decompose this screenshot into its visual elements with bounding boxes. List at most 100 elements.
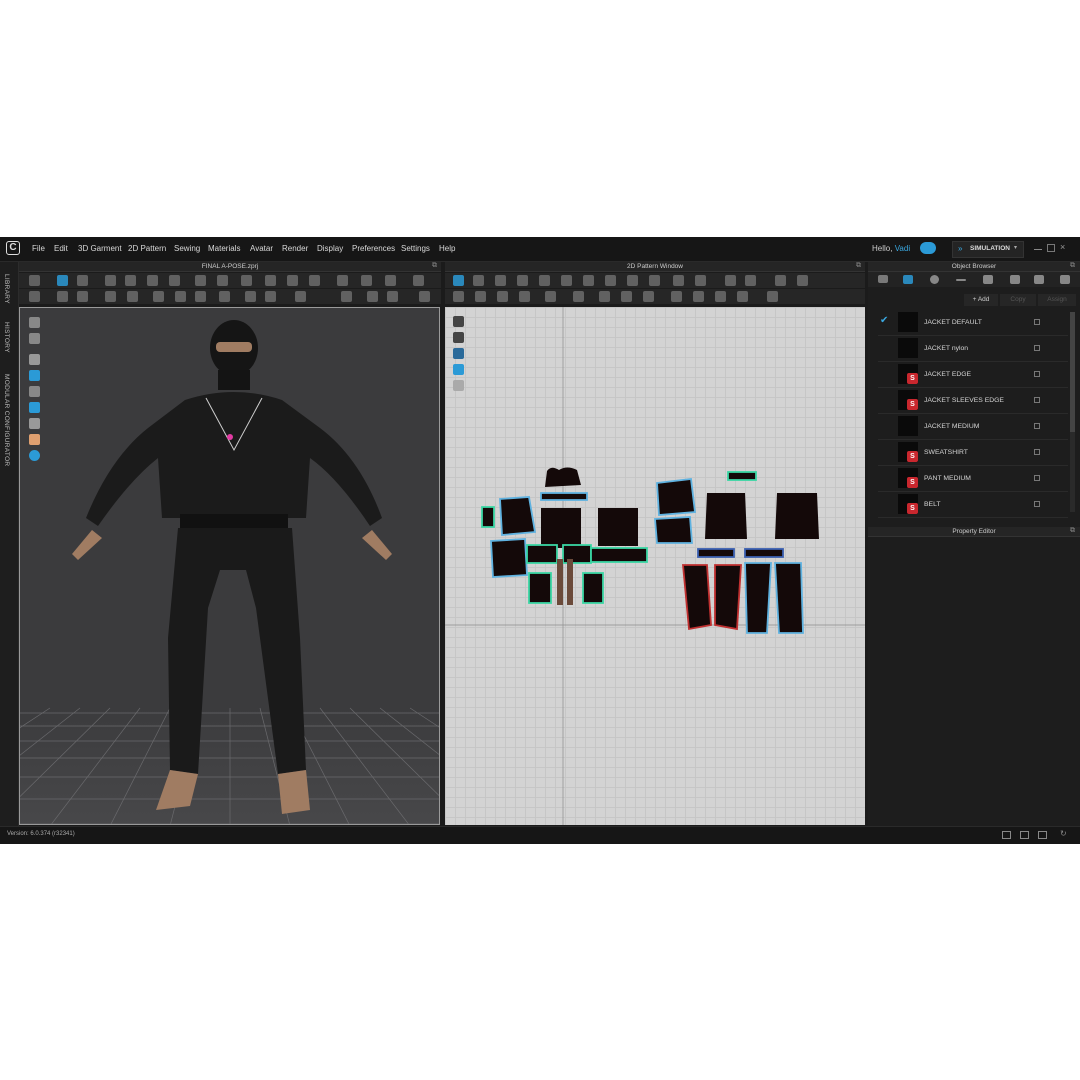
line-tab-icon[interactable] — [956, 279, 966, 281]
tool-icon[interactable] — [797, 275, 808, 286]
pin-icon[interactable] — [195, 275, 206, 286]
popout-icon[interactable]: ⧉ — [856, 262, 861, 270]
pattern-toggle-icon[interactable] — [453, 348, 464, 359]
fabric-item[interactable]: S BELT — [878, 492, 1068, 518]
menu-3d-garment[interactable]: 3D Garment — [78, 244, 122, 253]
tool-icon[interactable] — [367, 291, 378, 302]
select-tool-icon[interactable] — [57, 275, 68, 286]
menu-render[interactable]: Render — [282, 244, 308, 253]
view-tool-icon[interactable] — [29, 333, 40, 344]
tool-icon[interactable] — [341, 291, 352, 302]
menu-settings[interactable]: Settings — [401, 244, 430, 253]
lock-icon[interactable] — [1034, 319, 1040, 325]
menu-materials[interactable]: Materials — [208, 244, 240, 253]
fabric-item[interactable]: S JACKET SLEEVES EDGE — [878, 388, 1068, 414]
lock-icon[interactable] — [1034, 475, 1040, 481]
lock-icon[interactable] — [1034, 449, 1040, 455]
tool-icon[interactable] — [545, 291, 556, 302]
tool-icon[interactable] — [561, 275, 572, 286]
lock-icon[interactable] — [1034, 345, 1040, 351]
menu-preferences[interactable]: Preferences — [352, 244, 395, 253]
tool-icon[interactable] — [29, 418, 40, 429]
tool-icon[interactable] — [497, 291, 508, 302]
garment-icon[interactable] — [287, 275, 298, 286]
list-icon[interactable] — [878, 275, 888, 283]
lock-icon[interactable] — [1034, 371, 1040, 377]
menu-2d-pattern[interactable]: 2D Pattern — [128, 244, 166, 253]
texture-icon[interactable] — [29, 402, 40, 413]
tool-icon[interactable] — [413, 275, 424, 286]
tool-icon[interactable] — [495, 275, 506, 286]
tool-icon[interactable] — [105, 291, 116, 302]
popout-icon[interactable]: ⧉ — [1070, 527, 1075, 535]
layout-quad-icon[interactable] — [1038, 831, 1047, 839]
tool-icon[interactable] — [475, 291, 486, 302]
move-tool-icon[interactable] — [29, 275, 40, 286]
tool-icon[interactable] — [517, 275, 528, 286]
tool-icon[interactable] — [671, 291, 682, 302]
popout-icon[interactable]: ⧉ — [1070, 262, 1075, 270]
2d-pattern-viewport[interactable] — [445, 307, 865, 825]
tool-icon[interactable] — [57, 291, 68, 302]
button-tab-icon[interactable] — [930, 275, 939, 284]
fabric-item[interactable]: S SWEATSHIRT — [878, 440, 1068, 466]
topstitch-tab-icon[interactable] — [983, 275, 993, 284]
layout-single-icon[interactable] — [1002, 831, 1011, 839]
tool-icon[interactable] — [775, 275, 786, 286]
tool-icon[interactable] — [29, 291, 40, 302]
close-icon[interactable]: × — [1060, 242, 1065, 252]
tool-icon[interactable] — [643, 291, 654, 302]
fabric-tab-icon[interactable] — [903, 275, 913, 284]
sphere-icon[interactable] — [29, 450, 40, 461]
menu-avatar[interactable]: Avatar — [250, 244, 273, 253]
box-select-icon[interactable] — [77, 275, 88, 286]
tool-icon[interactable] — [693, 291, 704, 302]
tool-icon[interactable] — [127, 291, 138, 302]
tool-icon[interactable] — [715, 291, 726, 302]
menu-file[interactable]: File — [32, 244, 45, 253]
tool-icon[interactable] — [649, 275, 660, 286]
fabric-item[interactable]: ✔ JACKET DEFAULT — [878, 310, 1068, 336]
assign-button[interactable]: Assign — [1038, 294, 1076, 306]
tool-icon[interactable] — [519, 291, 530, 302]
tool-icon[interactable] — [453, 291, 464, 302]
garment-icon[interactable] — [265, 275, 276, 286]
tool-icon[interactable] — [105, 275, 116, 286]
user-name[interactable]: Vadi — [895, 244, 910, 253]
lock-icon[interactable] — [1034, 423, 1040, 429]
tool-icon[interactable] — [583, 275, 594, 286]
tool-icon[interactable] — [453, 380, 464, 391]
tool-icon[interactable] — [419, 291, 430, 302]
fabric-item[interactable]: S JACKET EDGE — [878, 362, 1068, 388]
tool-icon[interactable] — [295, 291, 306, 302]
avatar-toggle-icon[interactable] — [29, 370, 40, 381]
tool-icon[interactable] — [695, 275, 706, 286]
tab-modular-configurator[interactable]: MODULAR CONFIGURATOR — [3, 374, 10, 466]
tool-icon[interactable] — [539, 275, 550, 286]
tab-history[interactable]: HISTORY — [3, 322, 10, 353]
menu-sewing[interactable]: Sewing — [174, 244, 200, 253]
tool-icon[interactable] — [245, 291, 256, 302]
avatar-icon[interactable] — [309, 275, 320, 286]
tool-icon[interactable] — [195, 291, 206, 302]
popout-icon[interactable]: ⧉ — [432, 262, 437, 270]
fabric-item[interactable]: S PANT MEDIUM — [878, 466, 1068, 492]
shirt-icon[interactable] — [29, 354, 40, 365]
tool-icon[interactable] — [767, 291, 778, 302]
tab-library[interactable]: LIBRARY — [3, 274, 10, 304]
menu-display[interactable]: Display — [317, 244, 343, 253]
scrollbar-thumb[interactable] — [1070, 312, 1075, 432]
menu-help[interactable]: Help — [439, 244, 455, 253]
tool-icon[interactable] — [169, 275, 180, 286]
tool-icon[interactable] — [573, 291, 584, 302]
tool-icon[interactable] — [125, 275, 136, 286]
graphic-tab-icon[interactable] — [1034, 275, 1044, 284]
tool-icon[interactable] — [387, 291, 398, 302]
tool-icon[interactable] — [337, 275, 348, 286]
tool-icon[interactable] — [147, 275, 158, 286]
tool-icon[interactable] — [385, 275, 396, 286]
view-tool-icon[interactable] — [453, 332, 464, 343]
menu-edit[interactable]: Edit — [54, 244, 68, 253]
measure-icon[interactable] — [361, 275, 372, 286]
fabric-item[interactable]: JACKET nylon — [878, 336, 1068, 362]
